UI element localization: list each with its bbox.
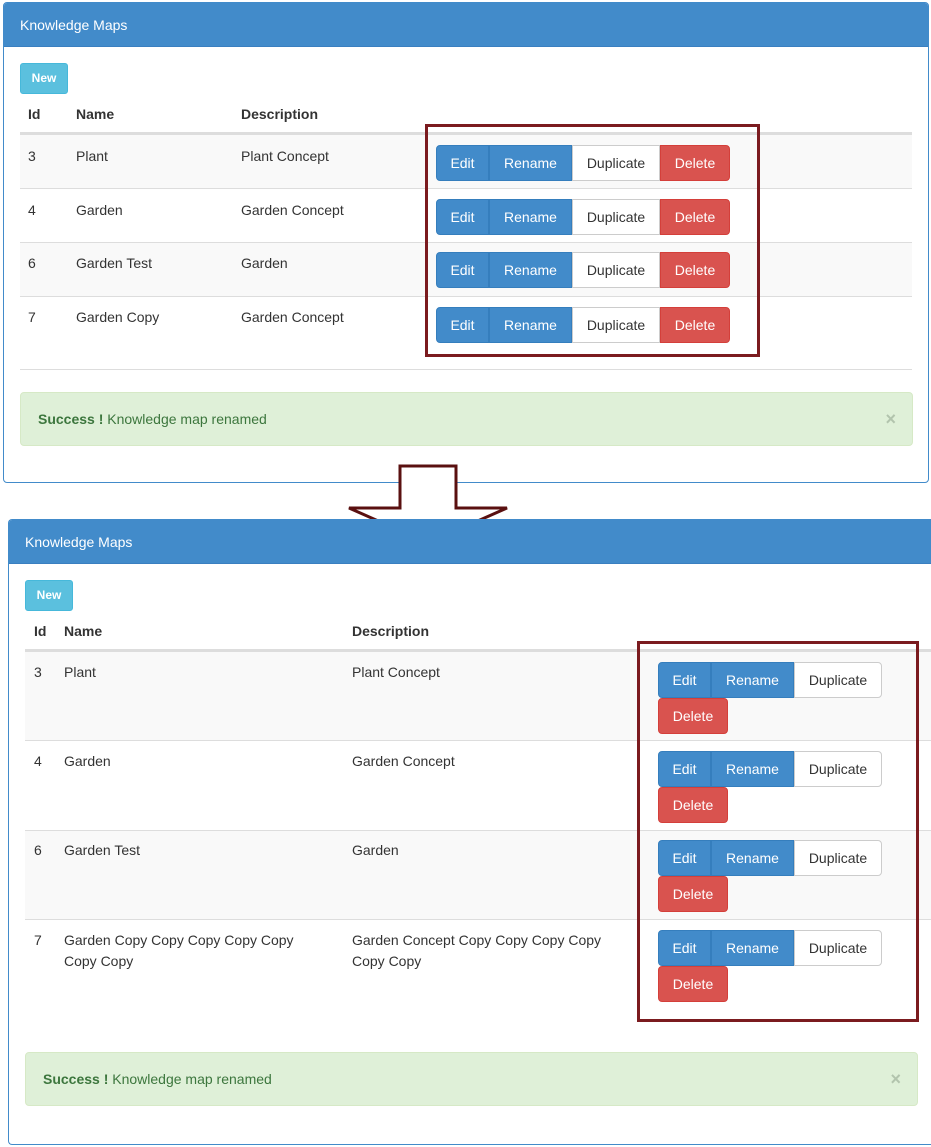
row-id: 4 bbox=[28, 202, 36, 218]
row-id: 7 bbox=[34, 932, 42, 948]
row-id: 3 bbox=[28, 148, 36, 164]
alert-strong: Success ! bbox=[38, 411, 104, 427]
success-alert: Success ! Knowledge map renamed × bbox=[20, 392, 913, 446]
row-name: Plant bbox=[76, 148, 108, 164]
column-header-name: Name bbox=[64, 623, 103, 639]
row-description: Garden Concept bbox=[241, 309, 344, 325]
new-button[interactable]: New bbox=[25, 580, 73, 611]
row-name-line: Copy Copy bbox=[64, 953, 134, 969]
row-description: Plant Concept bbox=[352, 664, 440, 680]
column-header-name: Name bbox=[76, 106, 115, 122]
row-name: Garden Copy Copy Copy Copy Copy Copy Cop… bbox=[64, 930, 294, 972]
row-description-line: Copy Copy bbox=[352, 953, 422, 969]
actions-highlight-box bbox=[637, 641, 919, 1022]
actions-highlight-box bbox=[425, 124, 760, 357]
row-name: Garden Test bbox=[76, 255, 153, 271]
row-id: 7 bbox=[28, 309, 36, 325]
row-name: Garden bbox=[64, 753, 111, 769]
row-description: Garden bbox=[241, 255, 288, 271]
new-button[interactable]: New bbox=[20, 63, 68, 94]
row-description: Garden Concept bbox=[352, 753, 455, 769]
row-id: 4 bbox=[34, 753, 42, 769]
column-header-id: Id bbox=[28, 106, 41, 122]
close-icon[interactable]: × bbox=[890, 1053, 901, 1105]
row-description: Garden Concept bbox=[241, 202, 344, 218]
column-header-description: Description bbox=[352, 623, 430, 639]
alert-message: Knowledge map renamed bbox=[103, 411, 267, 427]
row-id: 6 bbox=[34, 842, 42, 858]
table-bottom-divider bbox=[20, 369, 912, 370]
row-name: Garden Test bbox=[64, 842, 141, 858]
panel-title: Knowledge Maps bbox=[9, 520, 931, 564]
row-id: 3 bbox=[34, 664, 42, 680]
row-description-line: Garden Concept Copy Copy Copy Copy bbox=[352, 932, 602, 948]
row-name: Garden Copy bbox=[76, 309, 160, 325]
close-icon[interactable]: × bbox=[885, 393, 896, 445]
success-alert: Success ! Knowledge map renamed × bbox=[25, 1052, 918, 1106]
row-id: 6 bbox=[28, 255, 36, 271]
row-name-line: Garden Copy Copy Copy Copy Copy bbox=[64, 932, 294, 948]
column-header-description: Description bbox=[241, 106, 319, 122]
panel-title: Knowledge Maps bbox=[4, 3, 928, 47]
row-description: Garden Concept Copy Copy Copy Copy Copy … bbox=[352, 930, 601, 972]
row-name: Plant bbox=[64, 664, 96, 680]
row-description: Plant Concept bbox=[241, 148, 329, 164]
row-name: Garden bbox=[76, 202, 123, 218]
column-header-id: Id bbox=[34, 623, 47, 639]
row-description: Garden bbox=[352, 842, 399, 858]
alert-strong: Success ! bbox=[43, 1071, 109, 1087]
alert-message: Knowledge map renamed bbox=[108, 1071, 272, 1087]
